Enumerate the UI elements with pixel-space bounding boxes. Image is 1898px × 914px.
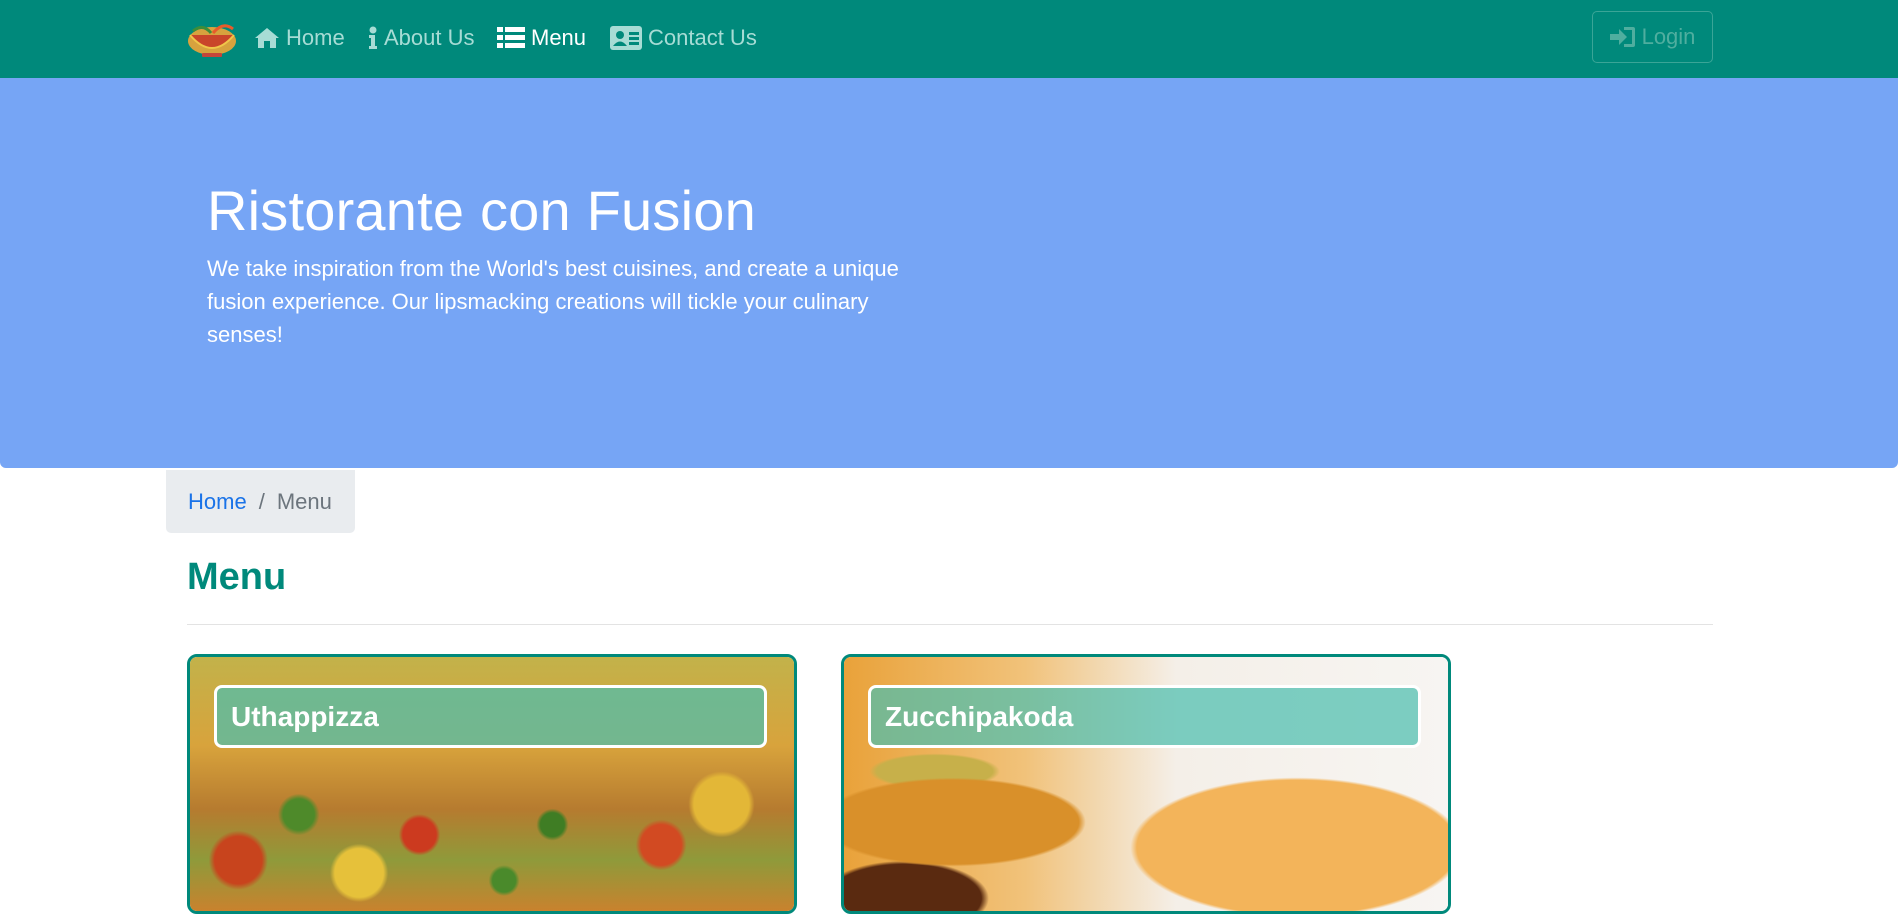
- breadcrumb: Home / Menu: [166, 470, 355, 533]
- nav-home[interactable]: Home: [254, 22, 345, 54]
- jumbotron-text: We take inspiration from the World's bes…: [207, 256, 899, 347]
- dish-title: Zucchipakoda: [885, 700, 1074, 732]
- sign-in-icon: [1609, 26, 1636, 48]
- dish-card-uthappizza[interactable]: Uthappizza: [187, 654, 797, 914]
- jumbotron-title: Ristorante con Fusion: [207, 179, 756, 242]
- dish-title-overlay: Uthappizza: [214, 685, 767, 748]
- restaurant-logo[interactable]: [185, 17, 239, 59]
- login-label: Login: [1641, 24, 1696, 49]
- nav-about-label: About Us: [384, 25, 475, 50]
- page-title: Menu: [187, 556, 287, 598]
- nav-home-label: Home: [286, 25, 345, 50]
- divider: [187, 624, 1713, 625]
- dish-title: Uthappizza: [231, 700, 379, 732]
- address-card-icon: [610, 26, 642, 50]
- breadcrumb-separator: /: [258, 488, 265, 514]
- nav-about[interactable]: About Us: [368, 22, 475, 54]
- nav-menu[interactable]: Menu: [497, 22, 586, 54]
- jumbotron: Ristorante con Fusion We take inspiratio…: [0, 78, 1898, 468]
- nav-contact[interactable]: Contact Us: [610, 22, 757, 54]
- info-icon: [368, 26, 378, 50]
- navbar: Home About Us Menu Contact Us Login: [0, 0, 1898, 78]
- breadcrumb-home-link[interactable]: Home: [188, 489, 247, 515]
- dish-title-overlay: Zucchipakoda: [868, 685, 1421, 748]
- nav-menu-label: Menu: [531, 25, 587, 50]
- home-icon: [254, 27, 280, 49]
- login-button[interactable]: Login: [1592, 11, 1713, 63]
- dish-card-zucchipakoda[interactable]: Zucchipakoda: [841, 654, 1451, 914]
- list-icon: [497, 27, 525, 49]
- nav-contact-label: Contact Us: [648, 25, 757, 50]
- breadcrumb-current: Menu: [276, 488, 332, 514]
